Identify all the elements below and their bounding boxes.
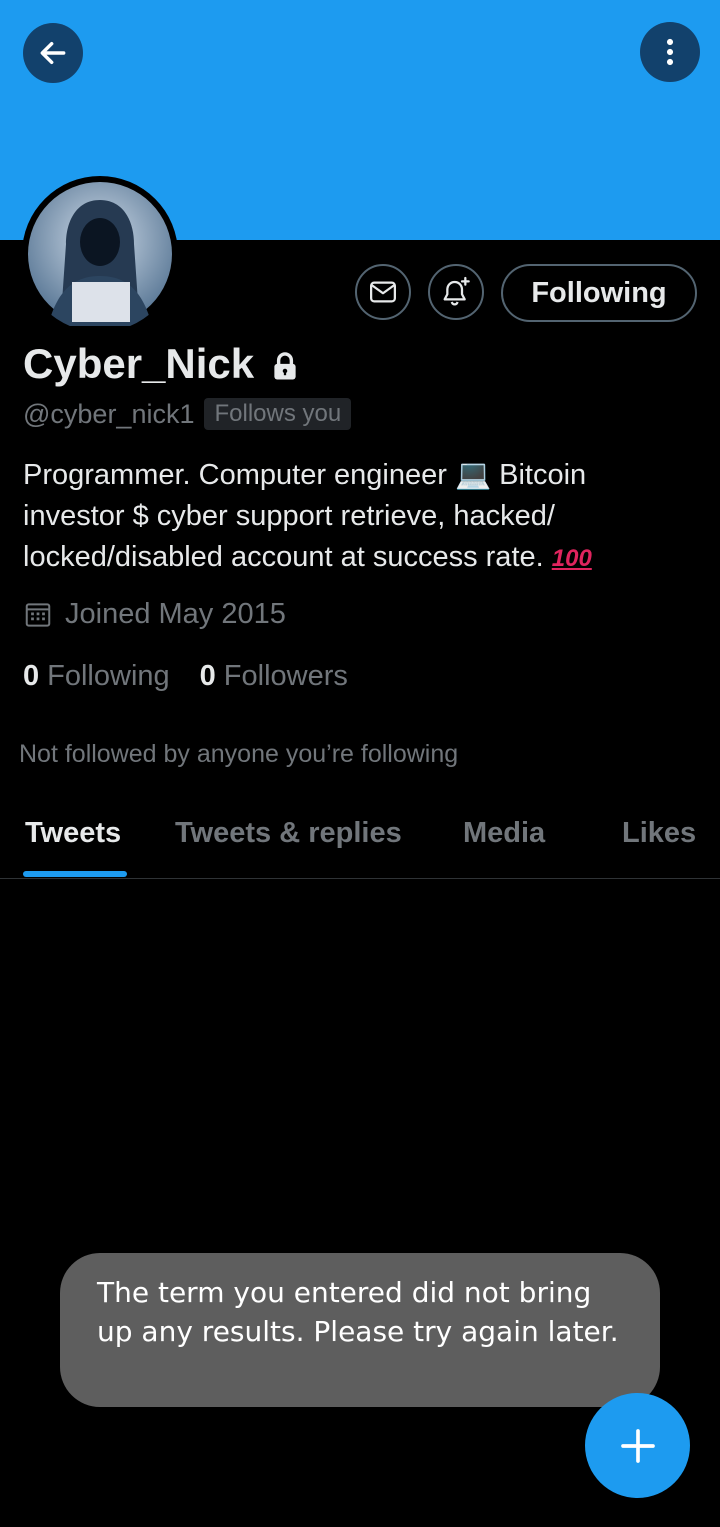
tab-tweets[interactable]: Tweets: [25, 817, 121, 850]
more-vertical-icon: [666, 38, 674, 66]
joined-row: Joined May 2015: [23, 598, 286, 631]
followers-stat[interactable]: 0 Followers: [200, 660, 348, 693]
handle: @cyber_nick1: [23, 398, 195, 429]
more-options-button[interactable]: [640, 22, 700, 82]
tab-tweets-replies[interactable]: Tweets & replies: [175, 817, 402, 850]
following-count: 0: [23, 660, 40, 692]
hundred-points-icon: 100: [551, 545, 592, 572]
active-tab-indicator: [23, 871, 127, 877]
compose-button[interactable]: [585, 1393, 690, 1498]
plus-icon: [620, 1428, 655, 1463]
tab-media[interactable]: Media: [463, 817, 545, 850]
handle-row: @cyber_nick1 Follows you: [23, 398, 352, 430]
back-arrow-icon: [40, 41, 66, 65]
bell-plus-icon: [443, 276, 470, 306]
back-button[interactable]: [23, 23, 83, 83]
envelope-icon: [370, 281, 396, 303]
profile-tabs: Tweets Tweets & replies Media Likes: [0, 800, 720, 879]
avatar[interactable]: [22, 176, 178, 332]
notifications-button[interactable]: [428, 264, 484, 320]
calendar-icon: [25, 602, 51, 627]
message-button[interactable]: [355, 264, 411, 320]
following-stat[interactable]: 0 Following: [23, 660, 170, 693]
bio: Programmer. Computer engineer 💻 Bitcoin …: [23, 455, 683, 579]
toast-message: The term you entered did not bring up an…: [60, 1253, 660, 1407]
stats-row: 0 Following 0 Followers: [23, 660, 348, 693]
followers-count: 0: [199, 660, 216, 692]
followers-label: Followers: [223, 660, 348, 692]
bio-text: Programmer. Computer engineer 💻 Bitcoin …: [23, 459, 587, 573]
display-name: Cyber_Nick: [23, 340, 255, 387]
mutual-followers-note: Not followed by anyone you’re following: [19, 740, 459, 768]
follows-you-badge: Follows you: [204, 398, 352, 430]
joined-date: Joined May 2015: [65, 598, 286, 630]
following-label: Following: [47, 660, 170, 692]
tab-likes[interactable]: Likes: [622, 817, 696, 850]
following-button[interactable]: Following: [501, 264, 697, 322]
name-row: Cyber_Nick: [23, 340, 302, 388]
lock-icon: [274, 352, 296, 380]
